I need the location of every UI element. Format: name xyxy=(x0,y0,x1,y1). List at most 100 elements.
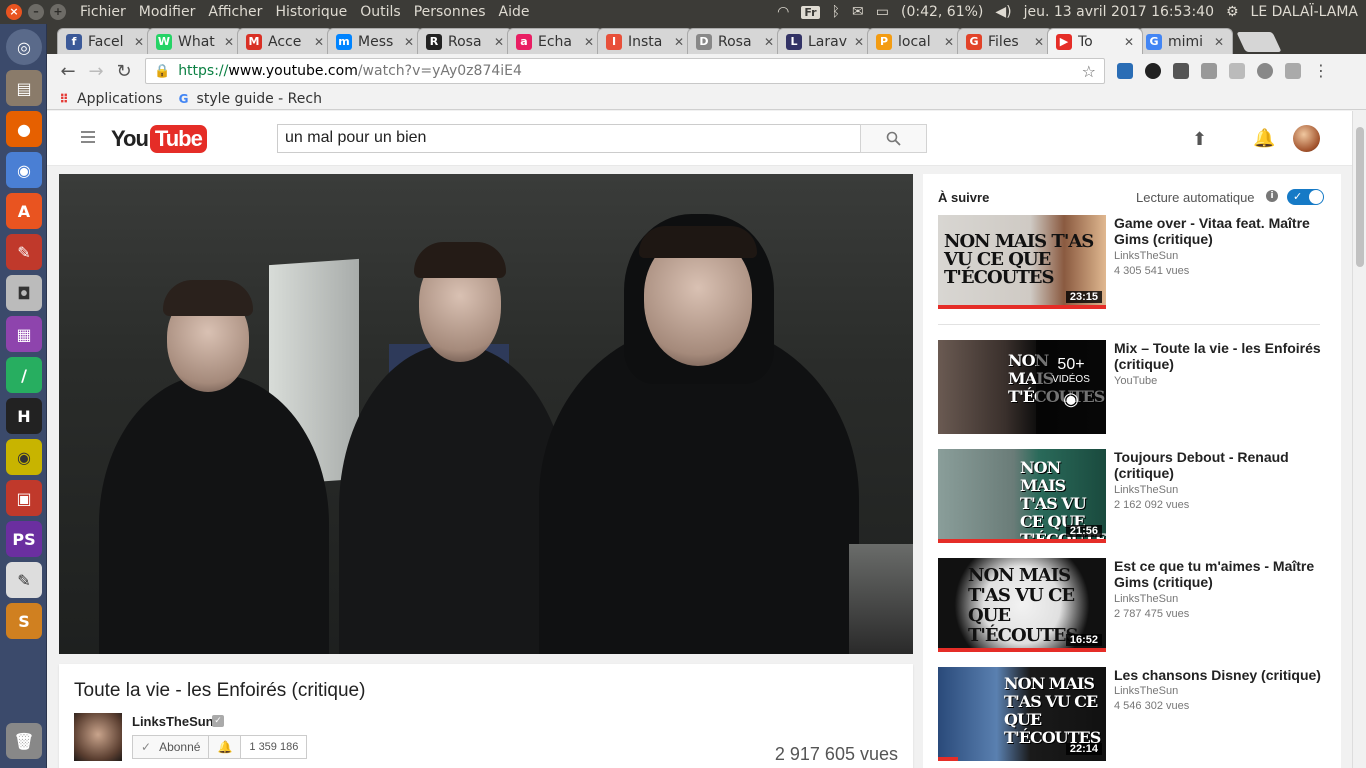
extension-icon-1[interactable] xyxy=(1117,63,1133,79)
tab-close-icon[interactable]: ✕ xyxy=(1034,35,1044,49)
new-tab-button[interactable] xyxy=(1236,32,1282,52)
maximize-window-button[interactable]: + xyxy=(50,4,66,20)
video-thumbnail[interactable]: NON MAIS T'AS VU CE QUE T'ÉCOUTES 23:15 xyxy=(938,215,1106,309)
audio-app-icon[interactable]: ◉ xyxy=(6,439,42,475)
tab-close-icon[interactable]: ✕ xyxy=(674,35,684,49)
recommended-video[interactable]: NON MAIS T'AS VU CE QUE T'ÉCOUTES 23:15 … xyxy=(938,215,1328,309)
battery-status[interactable]: (0:42, 61%) xyxy=(901,4,983,20)
keyboard-layout-indicator[interactable]: Fr xyxy=(801,5,820,19)
video-player[interactable] xyxy=(59,174,913,654)
browser-tab[interactable]: Gmimi ✕ xyxy=(1137,28,1233,54)
tab-close-icon[interactable]: ✕ xyxy=(314,35,324,49)
browser-tab[interactable]: G Files ✕ xyxy=(957,28,1053,54)
tab-close-icon[interactable]: ✕ xyxy=(944,35,954,49)
menu-aide[interactable]: Aide xyxy=(499,4,530,20)
autoplay-info-icon[interactable]: i xyxy=(1266,190,1278,202)
minimize-window-button[interactable]: – xyxy=(28,4,44,20)
tab-close-icon[interactable]: ✕ xyxy=(224,35,234,49)
guide-menu-icon[interactable] xyxy=(81,131,95,143)
extension-icon-2[interactable] xyxy=(1145,63,1161,79)
system-settings-icon[interactable]: ✎ xyxy=(6,234,42,270)
menu-historique[interactable]: Historique xyxy=(275,4,347,20)
subscribed-button[interactable]: ✓ Abonné xyxy=(133,736,210,758)
upload-icon[interactable]: ⬆ xyxy=(1192,129,1207,150)
mail-icon[interactable]: ✉ xyxy=(852,4,864,20)
tab-close-icon[interactable]: ✕ xyxy=(854,35,864,49)
video-thumbnail[interactable]: NON MAIS T'AS VU CE QUE T'ÉCOUTES 16:52 xyxy=(938,558,1106,652)
dash-home-icon[interactable]: ◎ xyxy=(6,29,42,65)
recommended-video-title[interactable]: Game over - Vitaa feat. Maître Gims (cri… xyxy=(1114,215,1326,247)
youtube-logo[interactable]: You Tube xyxy=(111,125,207,153)
tab-close-icon[interactable]: ✕ xyxy=(764,35,774,49)
extension-icon-3[interactable] xyxy=(1201,63,1217,79)
volume-icon[interactable]: ◀) xyxy=(995,4,1011,20)
chromium-app-icon[interactable]: ◉ xyxy=(6,152,42,188)
tab-close-icon[interactable]: ✕ xyxy=(1124,35,1134,49)
battery-icon[interactable]: ▭ xyxy=(876,4,889,20)
firefox-app-icon[interactable]: ● xyxy=(6,111,42,147)
clock[interactable]: jeu. 13 avril 2017 16:53:40 xyxy=(1024,4,1214,20)
browser-tab[interactable]: L Larav ✕ xyxy=(777,28,873,54)
extension-icon-5[interactable] xyxy=(1285,63,1301,79)
wifi-icon[interactable]: ◠ xyxy=(777,4,789,20)
scrollbar-thumb[interactable] xyxy=(1356,127,1364,267)
secure-lock-icon[interactable]: 🔒 xyxy=(154,64,170,79)
screenshot-app-icon[interactable]: ◘ xyxy=(6,275,42,311)
notifications-bell-icon[interactable]: 🔔 xyxy=(1253,128,1275,149)
software-center-icon[interactable]: A xyxy=(6,193,42,229)
video-thumbnail[interactable]: NON MAIS T'AS VU CE QUE T'ÉCOUTES 22:14 xyxy=(938,667,1106,761)
recommended-video-title[interactable]: Est ce que tu m'aimes - Maître Gims (cri… xyxy=(1114,558,1326,590)
menu-outils[interactable]: Outils xyxy=(360,4,400,20)
channel-avatar[interactable] xyxy=(74,713,122,761)
notification-bell-button[interactable]: 🔔 xyxy=(209,736,242,758)
text-editor-app-icon[interactable]: ✎ xyxy=(6,562,42,598)
recommended-video-title[interactable]: Toujours Debout - Renaud (critique) xyxy=(1114,449,1326,481)
presentation-app-icon[interactable]: ▣ xyxy=(6,480,42,516)
browser-tab[interactable]: D Rosa ✕ xyxy=(687,28,783,54)
media-app-icon[interactable]: ▦ xyxy=(6,316,42,352)
reload-button[interactable]: ↻ xyxy=(111,58,137,84)
browser-tab[interactable]: m Mess ✕ xyxy=(327,28,423,54)
close-window-button[interactable]: × xyxy=(6,4,22,20)
color-picker-app-icon[interactable]: / xyxy=(6,357,42,393)
session-user[interactable]: LE DALAÏ-LAMA xyxy=(1251,4,1358,20)
recommended-mix[interactable]: NON MAIS T'ÉCOUTES 50+ VIDÉOS ◉ Mix – To… xyxy=(938,340,1328,434)
search-input[interactable]: un mal pour un bien xyxy=(277,124,861,153)
recommended-video[interactable]: NON MAIS T'AS VU CE QUE T'ÉCOUTES 22:14 … xyxy=(938,667,1328,761)
autoplay-toggle[interactable]: ✓ xyxy=(1287,189,1324,205)
bluetooth-icon[interactable]: ᛒ xyxy=(832,4,840,20)
trash-icon[interactable]: 🗑 xyxy=(6,723,42,759)
bookmark-style-guide[interactable]: G style guide - Rech xyxy=(177,91,322,107)
hexedit-app-icon[interactable]: H xyxy=(6,398,42,434)
browser-tab[interactable]: I Insta ✕ xyxy=(597,28,693,54)
video-thumbnail[interactable]: NON MAIS T'AS VU CE QUE T'ÉCOUTES 21:56 xyxy=(938,449,1106,543)
browser-tab[interactable]: Plocal ✕ xyxy=(867,28,963,54)
menu-personnes[interactable]: Personnes xyxy=(414,4,486,20)
search-button[interactable] xyxy=(860,124,927,153)
sublime-app-icon[interactable]: S xyxy=(6,603,42,639)
mix-thumbnail[interactable]: NON MAIS T'ÉCOUTES 50+ VIDÉOS ◉ xyxy=(938,340,1106,434)
tab-close-icon[interactable]: ✕ xyxy=(404,35,414,49)
browser-tab[interactable]: M Acce ✕ xyxy=(237,28,333,54)
browser-menu-icon[interactable]: ⋮ xyxy=(1313,63,1329,79)
tab-close-icon[interactable]: ✕ xyxy=(494,35,504,49)
tab-close-icon[interactable]: ✕ xyxy=(134,35,144,49)
tab-close-icon[interactable]: ✕ xyxy=(1214,35,1224,49)
browser-tab[interactable]: W What ✕ xyxy=(147,28,243,54)
menu-modifier[interactable]: Modifier xyxy=(139,4,196,20)
channel-name[interactable]: LinksTheSun xyxy=(132,714,214,729)
address-bar[interactable]: 🔒 https:// www.youtube.com /watch?v=yAy0… xyxy=(145,58,1105,84)
recommended-video[interactable]: NON MAIS T'AS VU CE QUE T'ÉCOUTES 21:56 … xyxy=(938,449,1328,543)
bookmark-applications[interactable]: ⠿ Applications xyxy=(57,91,162,107)
page-scrollbar[interactable] xyxy=(1352,111,1366,768)
translate-icon[interactable] xyxy=(1229,63,1245,79)
browser-tab[interactable]: a Echa ✕ xyxy=(507,28,603,54)
recommended-video-title[interactable]: Les chansons Disney (critique) xyxy=(1114,667,1326,683)
back-button[interactable]: ← xyxy=(55,58,81,84)
settings-gear-icon[interactable]: ⚙ xyxy=(1226,4,1239,20)
account-avatar[interactable] xyxy=(1293,125,1320,152)
forward-button[interactable]: → xyxy=(83,58,109,84)
cast-icon[interactable] xyxy=(1173,63,1189,79)
bookmark-star-icon[interactable]: ☆ xyxy=(1082,62,1096,81)
menu-fichier[interactable]: Fichier xyxy=(80,4,126,20)
